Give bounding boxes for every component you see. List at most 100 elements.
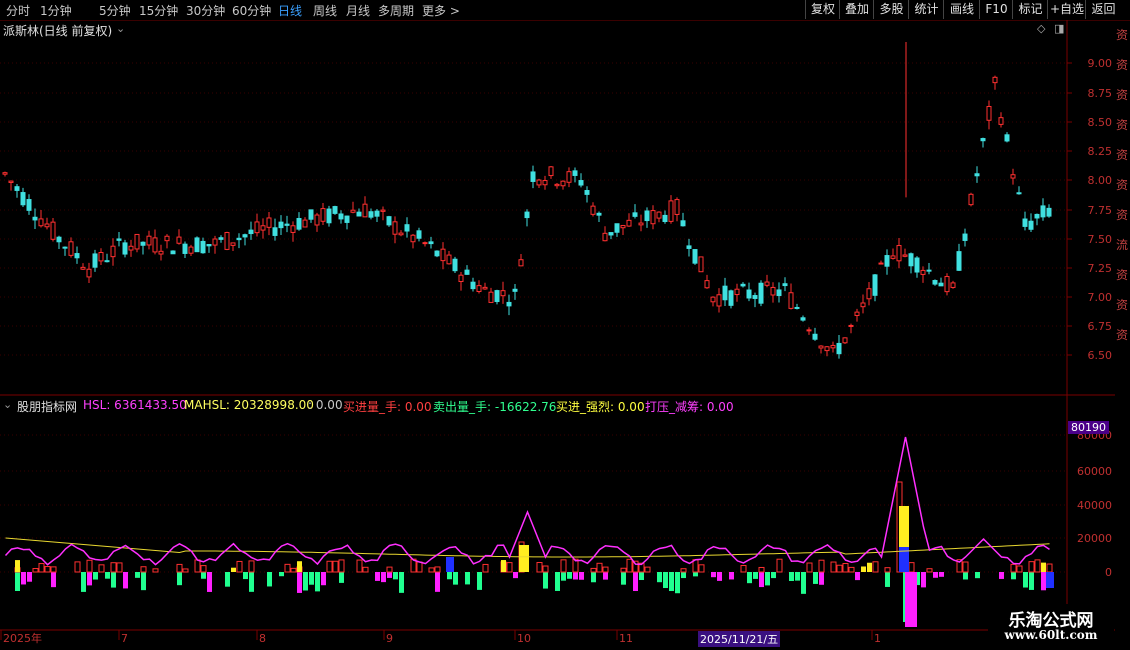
- candle-body: [488, 291, 494, 303]
- sell-volume-bar: [93, 572, 98, 580]
- draw-line-button[interactable]: 画线: [943, 0, 980, 19]
- sell-volume-bar: [567, 572, 572, 579]
- candle-body: [932, 280, 938, 285]
- tab-fenshi[interactable]: 分时: [6, 2, 30, 19]
- candle-body: [752, 295, 758, 299]
- candle-body: [224, 232, 230, 250]
- stats-button[interactable]: 统计: [908, 0, 944, 19]
- tab-daily[interactable]: 日线: [278, 2, 302, 19]
- candle-body: [368, 211, 374, 218]
- tab-more[interactable]: 更多 >: [422, 2, 460, 19]
- chevron-down-icon[interactable]: ⌄: [116, 22, 125, 35]
- candle-body: [398, 232, 404, 236]
- candle-body: [164, 235, 170, 242]
- candle-body: [920, 269, 926, 275]
- candle-body: [530, 171, 536, 182]
- candle-body: [134, 233, 140, 250]
- sell-volume-bar: [1046, 572, 1054, 588]
- sell-volume-bar: [939, 572, 944, 577]
- candle-body: [62, 246, 68, 249]
- candle-body: [170, 250, 176, 255]
- sell-volume-bar: [591, 572, 596, 583]
- buy-volume-bar: [32, 568, 39, 573]
- candle-body: [68, 241, 74, 256]
- candle-body: [104, 260, 110, 263]
- candle-body: [98, 251, 104, 262]
- buy-volume-bar: [86, 559, 93, 573]
- strong-buy-bar: [501, 560, 506, 572]
- candle-body: [338, 213, 344, 220]
- candle-body: [320, 208, 326, 222]
- indicator-name: 股朋指标网: [17, 400, 78, 414]
- buy-volume-bar: [338, 559, 345, 573]
- candle-body: [206, 244, 212, 247]
- candle-body: [854, 311, 860, 316]
- candle-body: [242, 234, 248, 238]
- date-tick-label: 10: [517, 632, 531, 645]
- tab-60min[interactable]: 60分钟: [232, 2, 271, 19]
- tab-monthly[interactable]: 月线: [346, 2, 370, 19]
- overlay-button[interactable]: 叠加: [839, 0, 874, 19]
- buy-volume-bar: [590, 567, 597, 573]
- sell-volume-bar: [555, 572, 560, 591]
- chart-canvas[interactable]: 9.00 8.75 8.50 8.25 8.00 7.75 7.50 7.25 7.00 6.75…: [0, 20, 1115, 650]
- buy-volume-bar: [1010, 563, 1017, 573]
- current-value-badge: 80190: [1068, 421, 1109, 434]
- sell-volume-bar: [801, 572, 806, 594]
- window-toggle-icon[interactable]: ◨: [1054, 22, 1064, 35]
- tab-weekly[interactable]: 周线: [313, 2, 337, 19]
- buy-volume-bar: [884, 567, 891, 573]
- sell-volume-bar: [819, 572, 824, 585]
- candle-body: [194, 237, 200, 253]
- candle-body: [992, 76, 998, 84]
- tab-15min[interactable]: 15分钟: [139, 2, 178, 19]
- candle-body: [380, 209, 386, 212]
- tab-5min[interactable]: 5分钟: [99, 2, 131, 19]
- candle-body: [788, 292, 794, 309]
- candle-body: [332, 206, 338, 214]
- candle-body: [746, 289, 752, 299]
- buy-volume-bar: [620, 567, 627, 573]
- date-tick-label: 7: [121, 632, 128, 645]
- sell-volume-bar: [243, 572, 248, 580]
- diamond-icon[interactable]: ◇: [1037, 22, 1045, 35]
- fuquan-button[interactable]: 复权: [805, 0, 840, 19]
- buy-volume-bar: [680, 568, 687, 573]
- mark-button[interactable]: 标记: [1012, 0, 1048, 19]
- add-watchlist-button[interactable]: +自选: [1047, 0, 1086, 19]
- buy-volume-bar: [626, 558, 633, 573]
- indicator-menu-icon[interactable]: ⌄: [3, 398, 12, 411]
- candle-body: [824, 346, 830, 352]
- tab-multi-period[interactable]: 多周期: [378, 2, 414, 19]
- f10-button[interactable]: F10: [979, 0, 1013, 19]
- period-toolbar: 分时 1分钟 5分钟 15分钟 30分钟 60分钟 日线 周线 月线 多周期 更…: [0, 0, 1130, 21]
- price-tick-label: 8.25: [1088, 145, 1113, 158]
- indicator-tick-label: 0: [1105, 566, 1112, 579]
- candle-body: [500, 290, 506, 297]
- sell-volume-bar: [513, 572, 518, 579]
- back-button[interactable]: 返回: [1085, 0, 1121, 19]
- candle-body: [128, 245, 134, 251]
- sell-volume-bar: [21, 572, 26, 585]
- sell-volume-bar: [135, 572, 140, 578]
- candle-body: [620, 224, 626, 229]
- sell-volume-bar: [543, 572, 548, 589]
- sell-volume-bar: [267, 572, 272, 587]
- indicator-tick-label: 40000: [1077, 499, 1112, 512]
- buy-volume-bar: [542, 565, 549, 573]
- sell-volume-bar: [963, 572, 968, 580]
- candle-body: [86, 268, 92, 278]
- candle-body: [830, 344, 836, 349]
- buy-volume-bar: [758, 566, 765, 573]
- buy-volume-bar: [506, 562, 513, 573]
- strong-buy-bar: [15, 560, 20, 572]
- candle-body: [248, 229, 254, 235]
- side-strip-char: 资: [1116, 208, 1129, 222]
- tab-1min[interactable]: 1分钟: [40, 2, 72, 19]
- multi-stock-button[interactable]: 多股: [873, 0, 909, 19]
- price-tick-label: 7.25: [1088, 262, 1113, 275]
- sell-volume-bar: [789, 572, 794, 581]
- sell-volume-bar: [303, 572, 308, 591]
- tab-30min[interactable]: 30分钟: [186, 2, 225, 19]
- buy-volume-bar: [236, 560, 243, 573]
